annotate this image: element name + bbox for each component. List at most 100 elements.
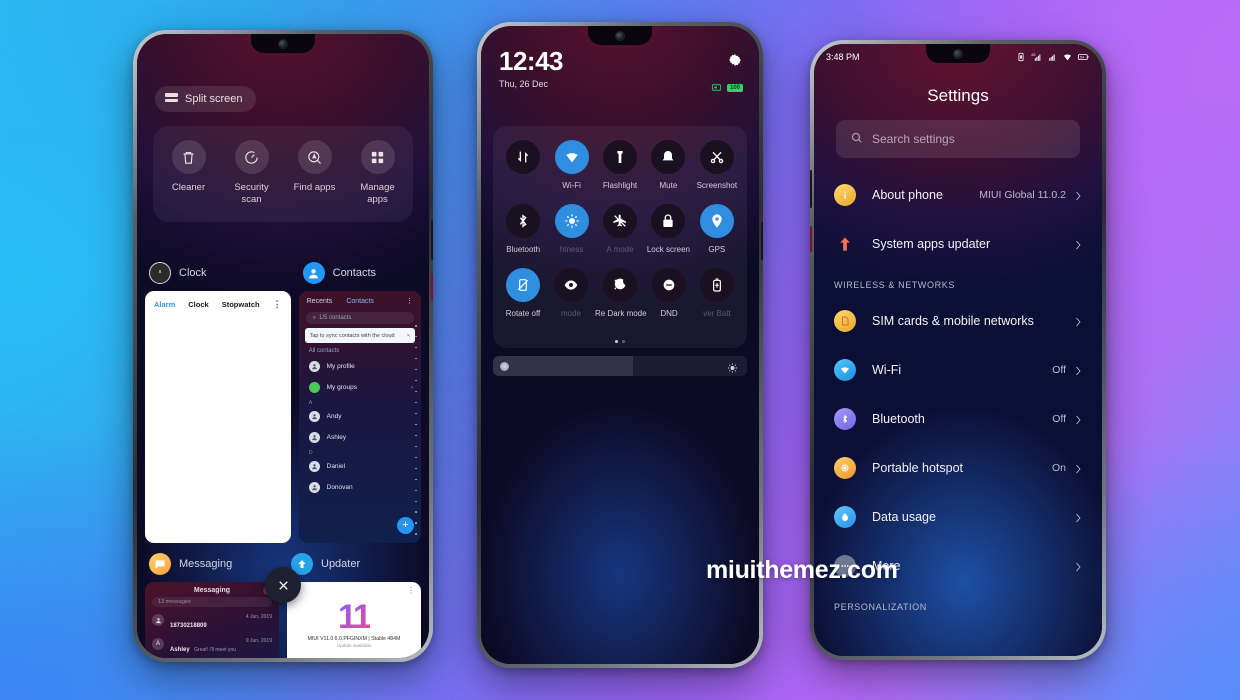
quick-action-cleaner[interactable]: Cleaner (158, 140, 220, 206)
contacts-list-item[interactable]: Daniel (299, 456, 421, 477)
qs-tile-mobile-data[interactable] (499, 140, 547, 190)
recent-card-clock[interactable]: Clock Alarm Clock Stopwatch ⋮ (145, 262, 291, 543)
settings-item-system-apps-updater[interactable]: System apps updater (814, 219, 1102, 268)
settings-gear-icon[interactable] (727, 52, 743, 68)
split-screen-button[interactable]: Split screen (155, 86, 257, 112)
contacts-tab-contacts[interactable]: Contacts (346, 298, 374, 305)
contacts-sync-banner[interactable]: Tap to sync contacts with the cloud × (304, 328, 415, 343)
settings-item-label: Data usage (872, 509, 936, 524)
contacts-search-field[interactable]: ⌕ 1/5 contacts (305, 312, 414, 324)
brightness-icon (554, 204, 589, 238)
messaging-list-item[interactable]: A Ashley Great! I'll meet you downstairs… (145, 635, 279, 658)
search-input[interactable]: Search settings (836, 120, 1080, 158)
split-screen-icon (165, 93, 178, 105)
qs-tile-wifi[interactable]: Wi-Fi (547, 140, 595, 190)
overflow-menu-icon[interactable]: ⋮ (273, 299, 282, 310)
chevron-right-icon (1075, 189, 1082, 201)
quick-action-manage-apps[interactable]: Manage apps (347, 140, 409, 206)
qs-label: Flashlight (602, 181, 638, 190)
settings-item-data-usage[interactable]: Data usage (814, 492, 1102, 541)
quick-settings-page-indicator[interactable] (493, 340, 747, 343)
settings-item-sim-cards[interactable]: SIM cards & mobile networks (814, 296, 1102, 345)
quick-settings-row-1: Wi-Fi Flashlight Mute Screenshot (499, 140, 741, 190)
sim-card-icon (834, 309, 856, 332)
quick-action-label-line2: apps (367, 193, 388, 205)
settings-item-label: System apps updater (872, 236, 991, 251)
brightness-slider[interactable] (493, 356, 747, 376)
quick-action-label: Security scan (221, 182, 283, 206)
message-sender: 18730218809 (170, 623, 207, 629)
vibrate-icon (1018, 52, 1024, 62)
clock-tab-stopwatch[interactable]: Stopwatch (222, 300, 260, 309)
qs-tile-reading-mode[interactable]: mode (547, 268, 595, 318)
power-button[interactable] (810, 226, 812, 252)
qs-tile-bluetooth[interactable]: Bluetooth (499, 204, 547, 254)
close-icon[interactable]: × (407, 333, 410, 339)
card-header: Contacts (299, 262, 421, 291)
signal-bars-icon-2 (1049, 54, 1055, 61)
recent-card-messaging[interactable]: Messaging Messaging 13 messages 18730218… (145, 553, 279, 658)
qs-tile-dark-mode[interactable]: Re Dark mode (595, 268, 647, 318)
volume-button[interactable] (810, 170, 812, 208)
contacts-group-label[interactable]: All contacts (299, 346, 421, 356)
quick-settings-row-3: Rotate off mode Re Dark mode DND ver Bat… (499, 268, 741, 318)
contacts-tabs: Recents Contacts ⋮ (299, 291, 421, 309)
add-contact-fab[interactable]: + (397, 517, 414, 534)
qs-label: DND (660, 309, 678, 318)
contacts-list-item[interactable]: Ashley (299, 427, 421, 448)
qs-tile-mute[interactable]: Mute (644, 140, 692, 190)
clock-card-preview[interactable]: Alarm Clock Stopwatch ⋮ (145, 291, 291, 543)
contacts-list-item[interactable]: My groups › (299, 377, 421, 398)
section-header-wireless: WIRELESS & NETWORKS (834, 280, 955, 290)
card-title: Clock (179, 267, 207, 279)
quick-action-label: Cleaner (171, 182, 206, 193)
qs-tile-brightness[interactable]: htness (547, 204, 595, 254)
mobile-data-icon (506, 140, 541, 174)
contacts-icon (302, 262, 325, 284)
contacts-card-preview[interactable]: Recents Contacts ⋮ ⌕ 1/5 contacts Tap to… (298, 291, 421, 543)
updater-card-preview[interactable]: ⋮ 11 MIUI V11.0.6.0.PFGINXM | Stable 484… (287, 582, 421, 658)
volume-button[interactable] (761, 222, 763, 260)
trash-icon (171, 140, 206, 174)
qs-tile-gps[interactable]: GPS (693, 204, 741, 254)
messaging-card-preview[interactable]: Messaging 13 messages 18730218809 4 Jun,… (145, 582, 279, 658)
qs-tile-screenshot[interactable]: Screenshot (693, 140, 741, 190)
recent-card-contacts[interactable]: Contacts Recents Contacts ⋮ ⌕ 1/5 contac… (298, 262, 421, 543)
search-placeholder: Search settings (872, 132, 955, 146)
clock-tab-alarm[interactable]: Alarm (154, 300, 175, 309)
close-recents-button[interactable] (265, 567, 301, 603)
contacts-list-item[interactable]: My profile (299, 356, 421, 377)
qs-tile-flashlight[interactable]: Flashlight (596, 140, 644, 190)
settings-item-wifi[interactable]: Wi-Fi Off (814, 345, 1102, 394)
clock-tab-clock[interactable]: Clock (188, 300, 208, 309)
overflow-menu-icon[interactable]: ⋮ (407, 586, 415, 595)
gps-icon (699, 204, 734, 238)
avatar (152, 614, 164, 626)
quick-action-security-scan[interactable]: Security scan (221, 140, 283, 206)
contacts-alpha-index[interactable] (414, 325, 418, 535)
brightness-knob[interactable] (500, 361, 509, 371)
contacts-list-item[interactable]: Donovan (299, 477, 421, 498)
messaging-header: Messaging (145, 582, 279, 597)
qs-tile-rotate-off[interactable]: Rotate off (499, 268, 547, 318)
recent-card-updater[interactable]: Updater ⋮ 11 MIUI V11.0.6.0.PFGINXM | St… (287, 553, 421, 658)
power-button[interactable] (431, 274, 433, 300)
qs-tile-battery-saver[interactable]: ver Batt (693, 268, 741, 318)
contacts-list-item[interactable]: Andy (299, 406, 421, 427)
contacts-tab-recents[interactable]: Recents (307, 298, 333, 305)
messaging-list-item[interactable]: 18730218809 4 Jun, 2019 (145, 611, 279, 635)
card-header: Updater (287, 553, 421, 582)
settings-item-about-phone[interactable]: About phone MIUI Global 11.0.2 (814, 170, 1102, 219)
settings-item-bluetooth[interactable]: Bluetooth Off (814, 394, 1102, 443)
settings-item-portable-hotspot[interactable]: Portable hotspot On (814, 443, 1102, 492)
messaging-search-field[interactable]: 13 messages (152, 597, 272, 607)
quick-action-find-apps[interactable]: Find apps (284, 140, 346, 206)
qs-tile-lock-screen[interactable]: Lock screen (644, 204, 692, 254)
search-icon: ⌕ (312, 314, 316, 321)
qs-tile-airplane-mode[interactable]: A mode (596, 204, 644, 254)
quick-actions-panel: Cleaner Security scan Find apps Manage a… (153, 126, 413, 222)
qs-tile-dnd[interactable]: DND (645, 268, 693, 318)
overflow-menu-icon[interactable]: ⋮ (406, 297, 413, 305)
volume-button[interactable] (431, 220, 433, 260)
clock-icon (149, 262, 171, 284)
